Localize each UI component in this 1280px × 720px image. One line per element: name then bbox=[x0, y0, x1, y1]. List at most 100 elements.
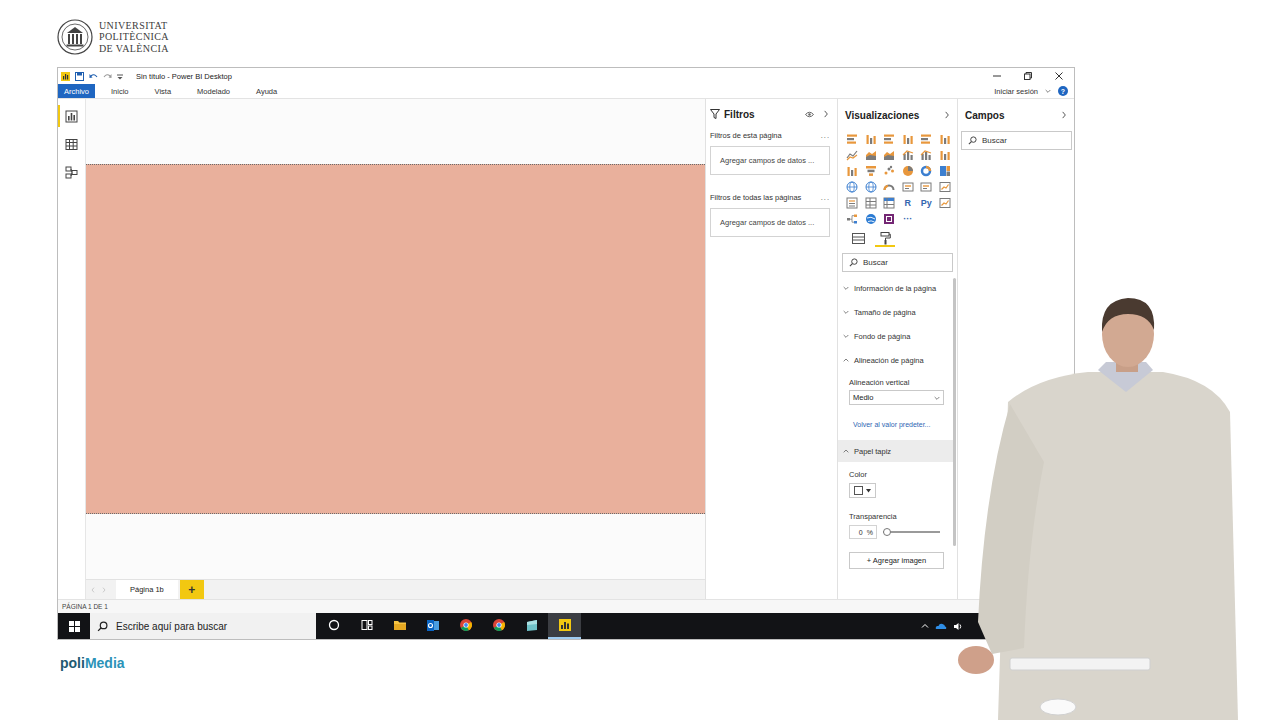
format-roller-icon[interactable] bbox=[880, 232, 891, 245]
combo-visual-icon[interactable] bbox=[920, 149, 932, 161]
model-view-icon[interactable] bbox=[65, 166, 78, 179]
visual-type[interactable] bbox=[917, 131, 936, 147]
transparency-slider[interactable] bbox=[883, 531, 940, 533]
power-bi-icon[interactable] bbox=[558, 618, 572, 632]
fields-well-icon[interactable] bbox=[852, 233, 865, 244]
visual-type[interactable] bbox=[917, 163, 936, 179]
tree-visual-icon[interactable] bbox=[846, 213, 858, 225]
visual-type[interactable]: R bbox=[899, 195, 918, 211]
task-view-icon[interactable] bbox=[361, 619, 373, 631]
hbar-visual-icon[interactable] bbox=[883, 133, 895, 145]
add-image-button[interactable]: + Agregar imagen bbox=[849, 552, 944, 569]
visual-type[interactable] bbox=[862, 131, 881, 147]
help-button[interactable]: ? bbox=[1058, 86, 1068, 96]
visual-type[interactable] bbox=[843, 179, 862, 195]
sign-in-link[interactable]: Iniciar sesión bbox=[994, 87, 1038, 96]
ribbon-tab[interactable]: Inicio bbox=[100, 84, 140, 98]
reset-link[interactable]: Volver al valor predeter... bbox=[838, 421, 953, 428]
save-icon[interactable] bbox=[75, 72, 84, 81]
visual-type[interactable] bbox=[936, 195, 955, 211]
hbar-visual-icon[interactable] bbox=[846, 133, 858, 145]
visual-type[interactable] bbox=[862, 179, 881, 195]
ribbon-tab[interactable]: Ayuda bbox=[245, 84, 288, 98]
ribbon-tab[interactable]: Vista bbox=[144, 84, 183, 98]
taskbar-app[interactable] bbox=[383, 613, 416, 639]
pane-tab[interactable] bbox=[875, 231, 895, 247]
page-tab[interactable]: Página 1b bbox=[116, 580, 178, 599]
visual-type[interactable] bbox=[880, 147, 899, 163]
redo-icon[interactable] bbox=[103, 72, 112, 81]
scrollbar-thumb[interactable] bbox=[953, 278, 956, 546]
ribbon-tab[interactable]: Archivo bbox=[58, 84, 95, 98]
pane-tab[interactable] bbox=[848, 231, 868, 247]
visual-type[interactable] bbox=[880, 195, 899, 211]
format-section-header[interactable]: Fondo de página bbox=[838, 324, 953, 348]
visual-type[interactable] bbox=[862, 163, 881, 179]
visual-type[interactable] bbox=[862, 195, 881, 211]
taskbar-app[interactable] bbox=[482, 613, 515, 639]
collapse-visualizations-icon[interactable] bbox=[943, 111, 951, 119]
format-search[interactable]: Buscar bbox=[842, 253, 953, 272]
visual-type[interactable] bbox=[843, 195, 862, 211]
section-chevron-icon[interactable] bbox=[843, 357, 849, 363]
fields-search[interactable]: Buscar bbox=[961, 131, 1072, 150]
view-button[interactable] bbox=[58, 161, 85, 183]
map-visual-icon[interactable] bbox=[846, 181, 858, 193]
taskbar-search[interactable]: Escribe aquí para buscar bbox=[90, 613, 316, 639]
app-icon[interactable] bbox=[525, 619, 539, 632]
scatter-visual-icon[interactable] bbox=[883, 165, 895, 177]
pie-visual-icon[interactable] bbox=[902, 165, 914, 177]
format-section-header[interactable]: Papel tapiz bbox=[838, 440, 953, 462]
visual-type[interactable] bbox=[880, 163, 899, 179]
cortana-icon[interactable] bbox=[328, 619, 340, 631]
visual-glyph-icon[interactable]: Py bbox=[921, 199, 932, 208]
visual-type[interactable] bbox=[899, 179, 918, 195]
combo-visual-icon[interactable] bbox=[902, 149, 914, 161]
visual-type[interactable] bbox=[880, 211, 899, 227]
app-visual-icon[interactable] bbox=[883, 213, 895, 225]
visual-type[interactable] bbox=[936, 131, 955, 147]
visual-type[interactable] bbox=[936, 179, 955, 195]
taskbar-app[interactable] bbox=[317, 613, 350, 639]
color-picker[interactable] bbox=[849, 483, 876, 498]
add-page-button[interactable]: + bbox=[180, 580, 204, 599]
visual-type[interactable] bbox=[936, 163, 955, 179]
tray-expand-icon[interactable] bbox=[921, 622, 929, 630]
more-options-button[interactable]: ... bbox=[821, 131, 830, 140]
previous-page-icon[interactable] bbox=[90, 587, 96, 593]
visual-type[interactable] bbox=[899, 131, 918, 147]
more-options-button[interactable]: ... bbox=[821, 193, 830, 202]
visual-type[interactable] bbox=[917, 179, 936, 195]
chrome-icon[interactable] bbox=[459, 618, 473, 632]
visual-type[interactable]: ··· bbox=[899, 211, 918, 227]
gauge-visual-icon[interactable] bbox=[883, 181, 895, 193]
slider-thumb[interactable] bbox=[883, 528, 891, 536]
dropdown-chevron-icon[interactable] bbox=[934, 395, 940, 401]
undo-icon[interactable] bbox=[89, 72, 98, 81]
matrix-visual-icon[interactable] bbox=[883, 197, 895, 209]
section-chevron-icon[interactable] bbox=[843, 448, 849, 454]
visual-type[interactable] bbox=[899, 163, 918, 179]
map-visual-icon[interactable] bbox=[865, 181, 877, 193]
filter-drop-zone[interactable]: Agregar campos de datos ... bbox=[710, 146, 830, 175]
visual-type[interactable] bbox=[917, 147, 936, 163]
taskbar-app[interactable] bbox=[515, 613, 548, 639]
area-visual-icon[interactable] bbox=[865, 149, 877, 161]
donut-visual-icon[interactable] bbox=[920, 165, 932, 177]
close-button[interactable] bbox=[1043, 68, 1074, 84]
collapse-fields-icon[interactable] bbox=[1060, 111, 1068, 119]
section-chevron-icon[interactable] bbox=[843, 285, 849, 291]
vbar-visual-icon[interactable] bbox=[939, 149, 951, 161]
data-view-icon[interactable] bbox=[65, 138, 78, 151]
visual-type[interactable] bbox=[843, 131, 862, 147]
ribbon-collapse-icon[interactable] bbox=[1045, 88, 1051, 94]
taskbar-app[interactable] bbox=[449, 613, 482, 639]
visual-type[interactable] bbox=[899, 147, 918, 163]
funnel-visual-icon[interactable] bbox=[865, 165, 877, 177]
slicer-visual-icon[interactable] bbox=[846, 197, 858, 209]
section-chevron-icon[interactable] bbox=[843, 309, 849, 315]
taskbar-app[interactable] bbox=[548, 613, 581, 639]
collapse-filters-icon[interactable] bbox=[822, 110, 830, 118]
visual-type[interactable] bbox=[843, 147, 862, 163]
vbar-visual-icon[interactable] bbox=[846, 165, 858, 177]
